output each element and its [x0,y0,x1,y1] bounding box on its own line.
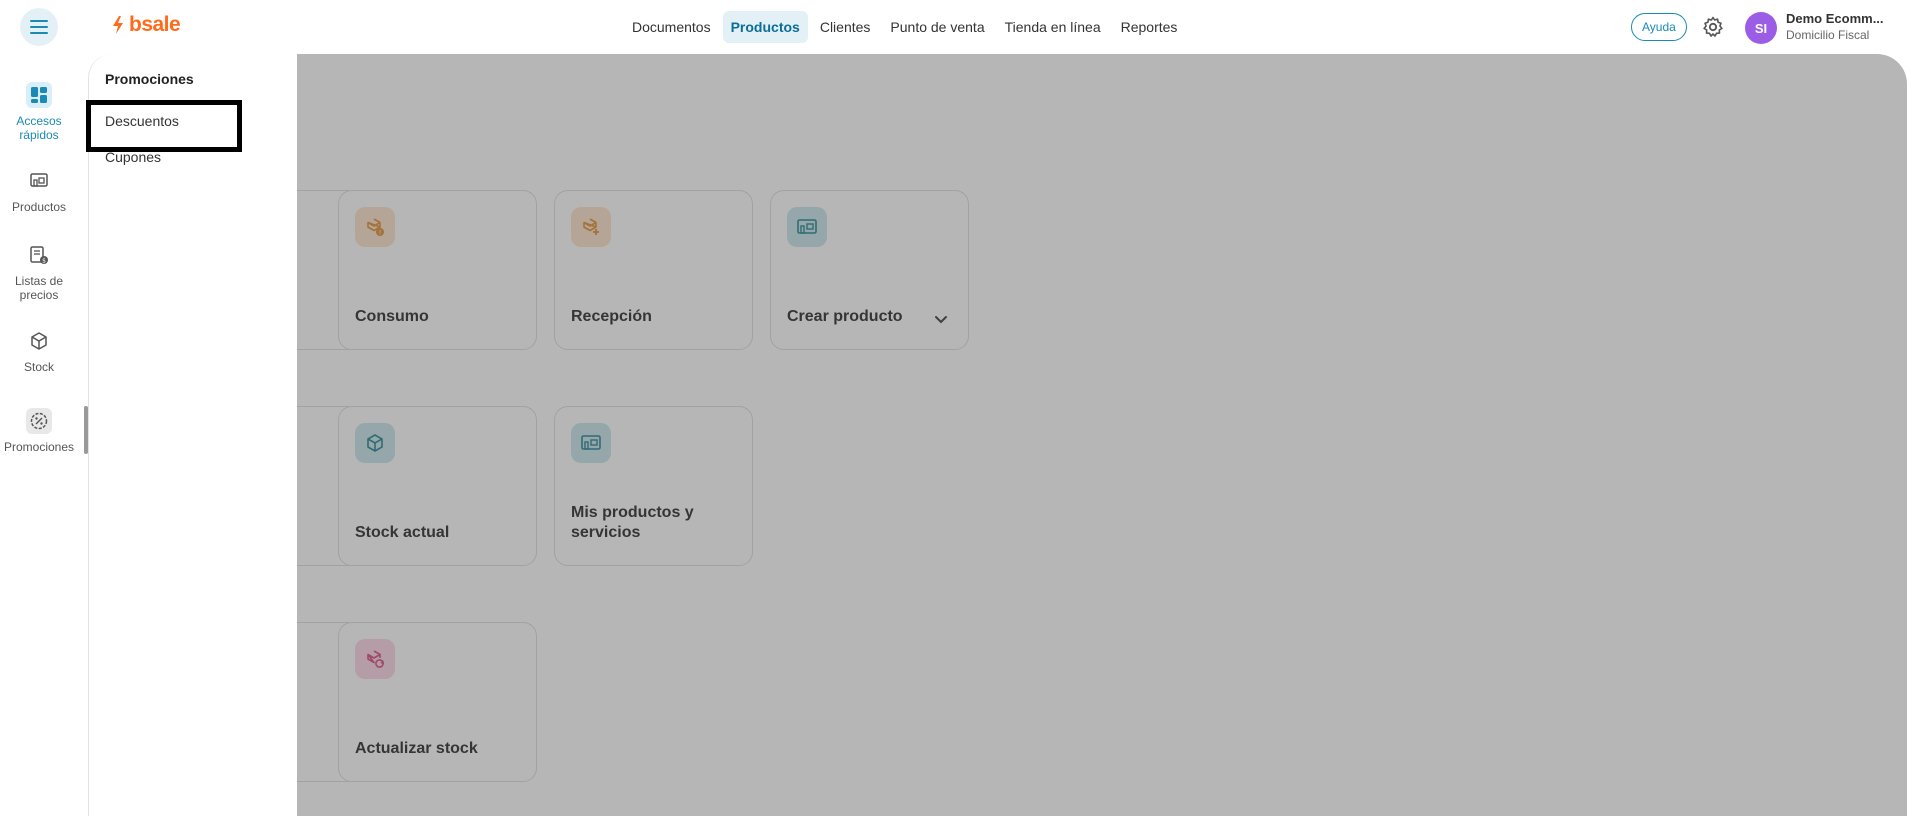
nav-punto-de-venta[interactable]: Punto de venta [882,11,992,43]
gear-icon[interactable] [1701,15,1725,39]
price-list-icon: $ [26,242,52,268]
rail-item-stock[interactable]: Stock [0,328,78,374]
top-bar: bsale Documentos Productos Clientes Punt… [0,0,1907,54]
logo[interactable]: bsale [110,13,181,37]
help-button[interactable]: Ayuda [1631,13,1687,41]
user-subtitle: Domicilio Fiscal [1786,28,1870,42]
bsale-logo-icon [113,16,123,34]
left-rail: Accesos rápidos Productos $ Listas de pr… [0,54,88,816]
user-name[interactable]: Demo Ecomm... [1786,11,1884,26]
submenu-title: Promociones [105,71,194,87]
rail-item-listas-de-precios[interactable]: $ Listas de precios [0,242,78,302]
logo-text: bsale [129,13,181,36]
promo-icon [26,408,52,434]
products-icon [26,168,52,194]
rail-label: precios [19,288,59,302]
nav-documentos[interactable]: Documentos [624,11,719,43]
rail-label: Productos [11,200,67,214]
modal-overlay[interactable] [88,54,1907,816]
top-navigation: Documentos Productos Clientes Punto de v… [624,11,1185,43]
rail-label: Listas de [14,274,64,288]
rail-item-promociones[interactable]: Promociones [0,408,78,454]
box-icon [26,328,52,354]
rail-label: Promociones [3,440,75,454]
rail-label: rápidos [19,128,59,142]
rail-label: Accesos [16,114,62,128]
svg-text:$: $ [42,258,46,265]
menu-toggle-button[interactable] [20,8,58,46]
rail-label: Stock [23,360,54,374]
nav-tienda-en-linea[interactable]: Tienda en línea [997,11,1109,43]
hamburger-icon [30,20,48,34]
rail-item-accesos-rapidos[interactable]: Accesos rápidos [0,82,78,142]
dashboard-icon [26,82,52,108]
nav-productos[interactable]: Productos [722,11,808,43]
avatar[interactable]: SI [1745,12,1777,44]
nav-reportes[interactable]: Reportes [1113,11,1186,43]
nav-clientes[interactable]: Clientes [812,11,879,43]
promociones-submenu: Promociones Descuentos Cupones [88,54,297,816]
focus-highlight-box [86,100,242,152]
rail-item-productos[interactable]: Productos [0,168,78,214]
